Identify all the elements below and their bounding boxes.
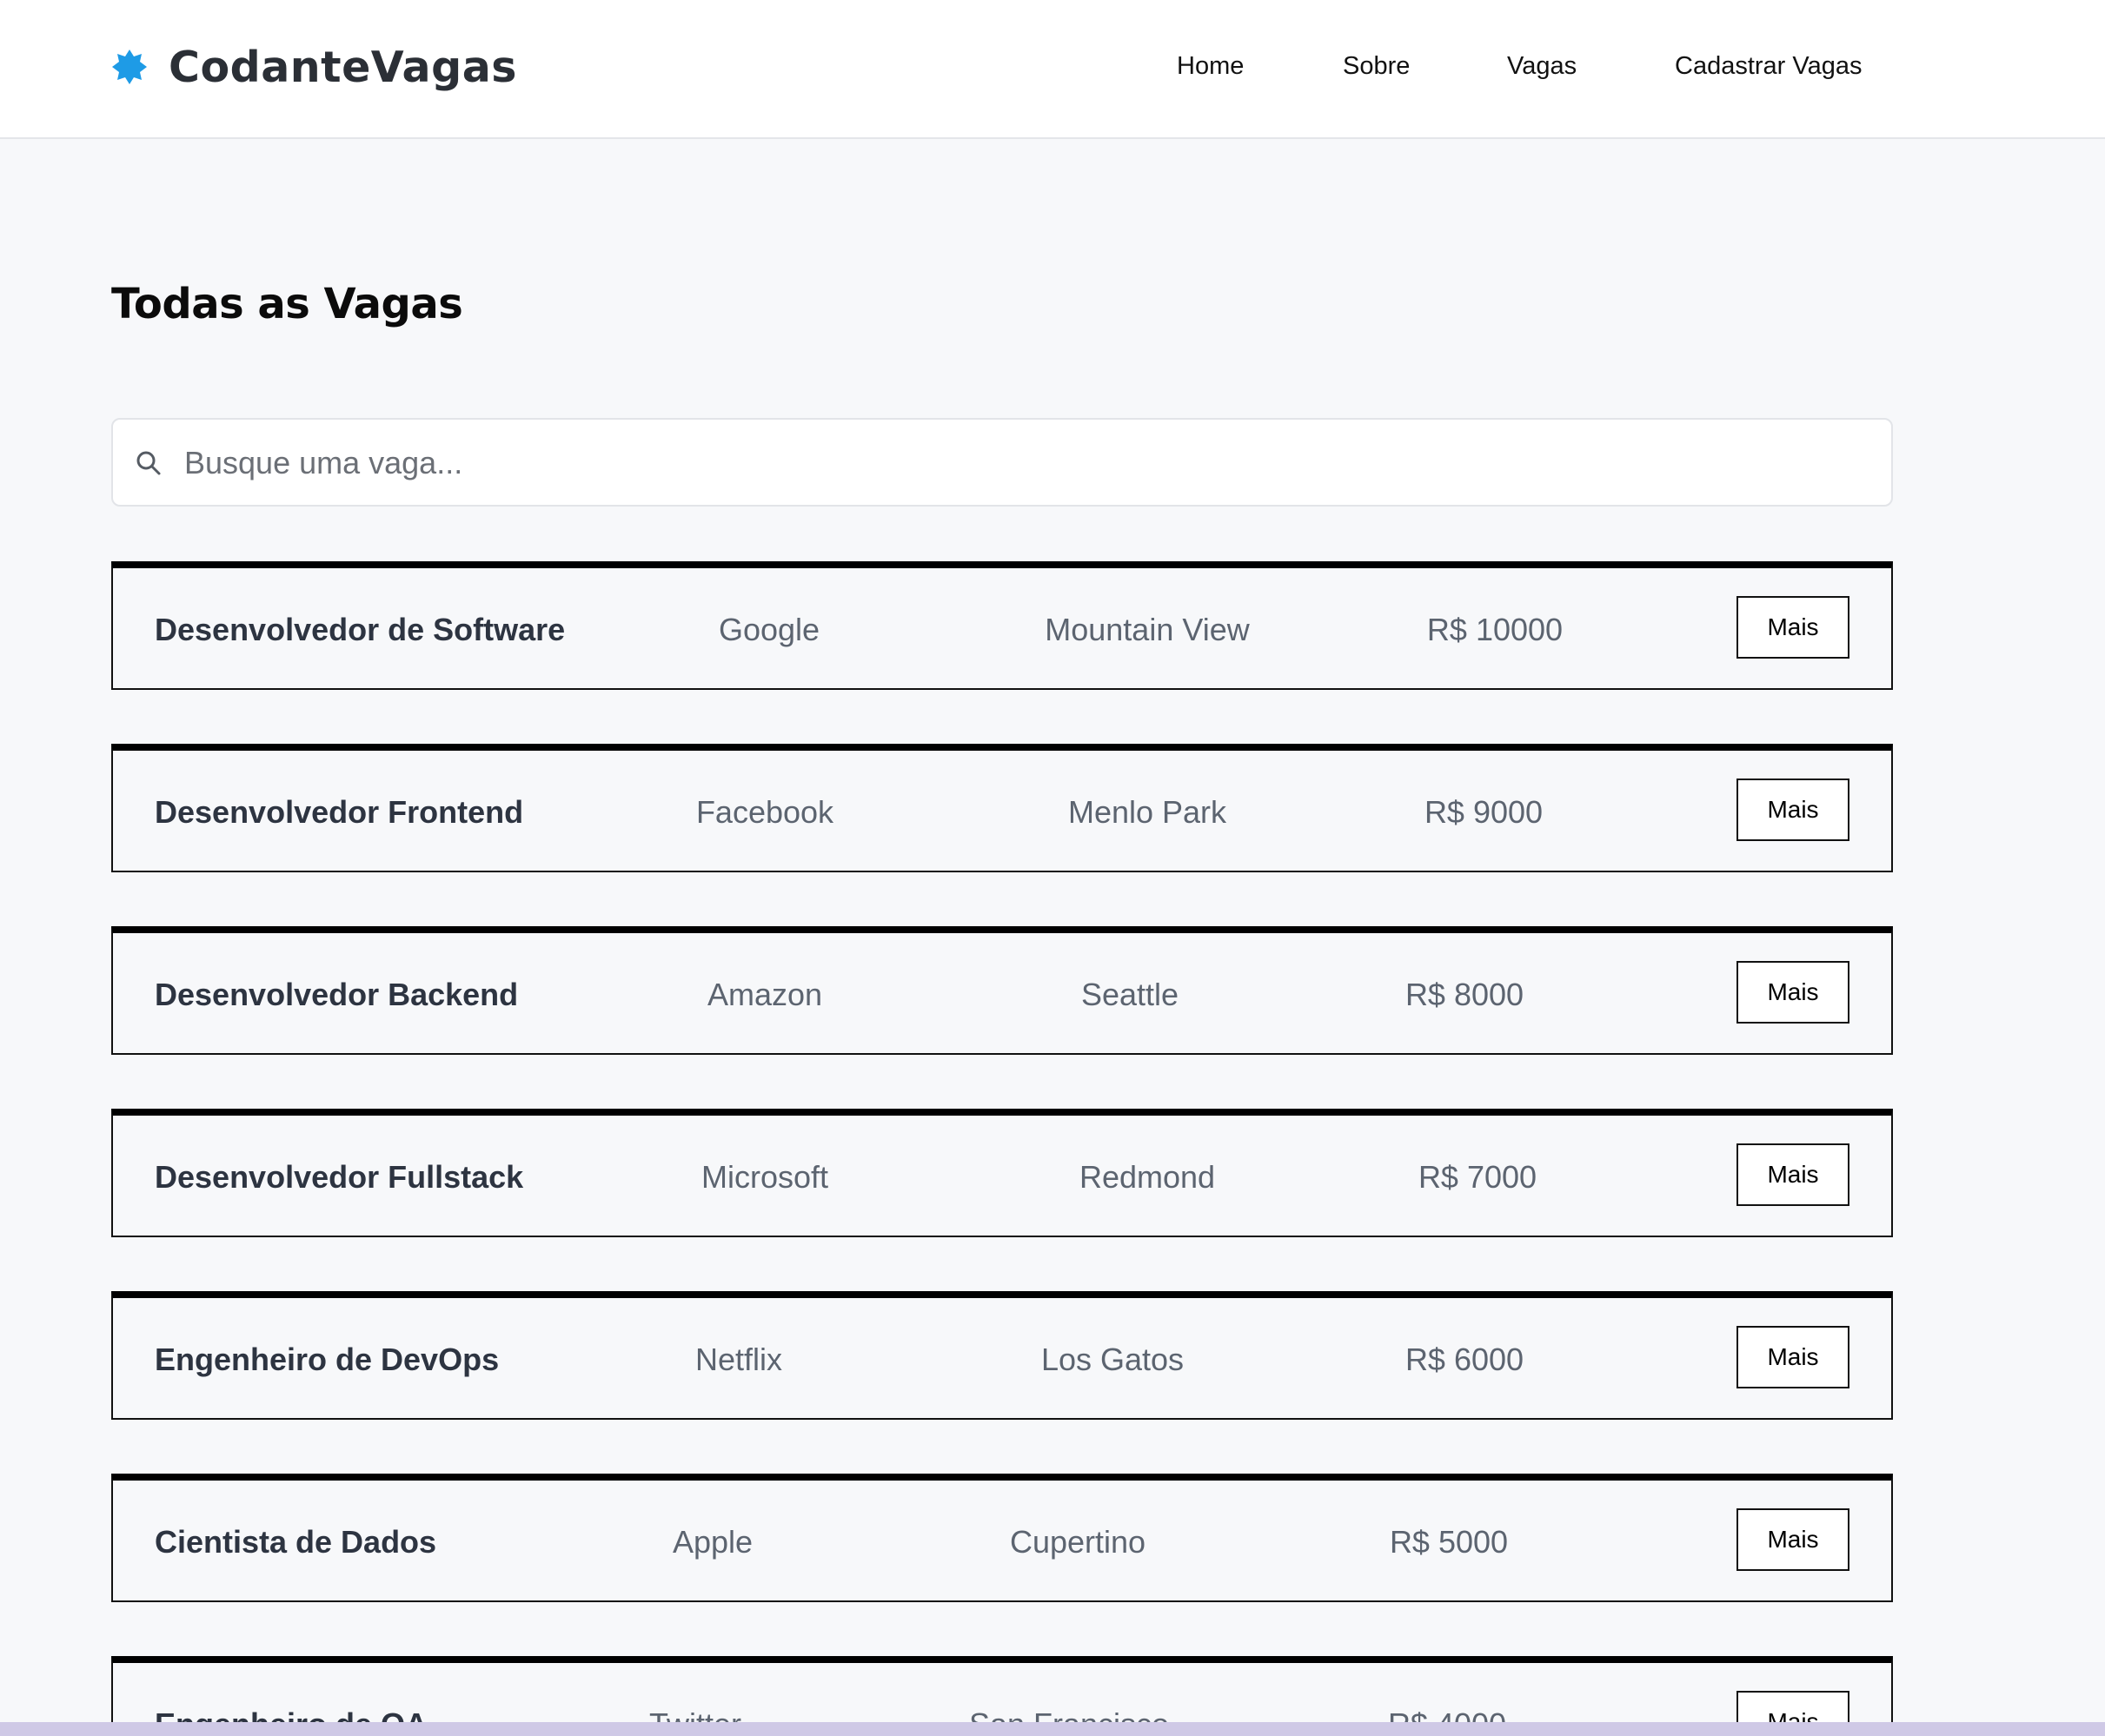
job-company: Google (718, 612, 820, 647)
job-company: Facebook (695, 794, 834, 830)
more-button[interactable]: Mais (1736, 961, 1849, 1024)
job-title: Desenvolvedor Backend (155, 977, 519, 1012)
nav-link-home[interactable]: Home (1177, 52, 1244, 81)
job-title: Cientista de Dados (155, 1524, 437, 1560)
job-title: Desenvolvedor de Software (155, 612, 566, 647)
job-card: Desenvolvedor Fullstack Microsoft Redmon… (111, 1109, 1893, 1237)
job-salary: R$ 5000 (1389, 1524, 1509, 1560)
job-company: Netflix (694, 1342, 783, 1377)
job-card: Engenheiro de DevOps Netflix Los Gatos R… (111, 1291, 1893, 1420)
more-button[interactable]: Mais (1736, 1691, 1849, 1722)
job-card: Desenvolvedor Frontend Facebook Menlo Pa… (111, 744, 1893, 872)
job-location: Mountain View (1045, 612, 1250, 647)
job-company: Microsoft (701, 1159, 829, 1195)
job-title: Engenheiro de DevOps (155, 1342, 500, 1377)
job-card: Desenvolvedor Backend Amazon Seattle R$ … (111, 926, 1893, 1055)
job-card: Engenheiro de QA Twitter San Francisco R… (111, 1656, 1893, 1722)
main-nav: Home Sobre Vagas Cadastrar Vagas (0, 0, 2105, 132)
job-salary: R$ 7000 (1418, 1159, 1537, 1195)
nav-link-vagas[interactable]: Vagas (1507, 52, 1577, 81)
job-company: Twitter (604, 1706, 787, 1722)
job-card: Desenvolvedor de Software Google Mountai… (111, 561, 1893, 690)
job-location: Menlo Park (1067, 794, 1227, 830)
job-title: Desenvolvedor Fullstack (155, 1159, 524, 1195)
job-title: Desenvolvedor Frontend (155, 794, 524, 830)
search-icon (136, 451, 161, 475)
top-navbar: CodanteVagas Home Sobre Vagas Cadastrar … (0, 0, 2105, 139)
page-title: Todas as Vagas (111, 280, 463, 328)
window-bottom-edge (0, 1722, 2105, 1736)
job-salary: R$ 9000 (1424, 794, 1544, 830)
job-location: San Francisco (913, 1706, 1225, 1722)
job-location: Los Gatos (1040, 1342, 1185, 1377)
job-location: Redmond (1079, 1159, 1216, 1195)
job-company: Amazon (707, 977, 823, 1012)
job-salary: R$ 10000 (1426, 612, 1564, 647)
job-list: Desenvolvedor de Software Google Mountai… (111, 561, 1893, 1722)
job-salary: R$ 8000 (1404, 977, 1524, 1012)
job-salary: R$ 4000 (1317, 1706, 1577, 1722)
job-salary: R$ 6000 (1404, 1342, 1524, 1377)
job-card: Cientista de Dados Apple Cupertino R$ 50… (111, 1474, 1893, 1602)
job-location: Cupertino (1009, 1524, 1146, 1560)
more-button[interactable]: Mais (1736, 596, 1849, 659)
more-button[interactable]: Mais (1736, 1508, 1849, 1571)
more-button[interactable]: Mais (1736, 779, 1849, 841)
more-button[interactable]: Mais (1736, 1143, 1849, 1206)
search-box[interactable] (111, 418, 1893, 507)
search-input[interactable] (184, 437, 1870, 489)
job-location: Seattle (1080, 977, 1179, 1012)
nav-link-sobre[interactable]: Sobre (1343, 52, 1410, 81)
job-company: Apple (672, 1524, 754, 1560)
nav-link-cadastrar-vagas[interactable]: Cadastrar Vagas (1675, 52, 1862, 81)
job-title: Engenheiro de QA (155, 1706, 428, 1722)
more-button[interactable]: Mais (1736, 1326, 1849, 1388)
